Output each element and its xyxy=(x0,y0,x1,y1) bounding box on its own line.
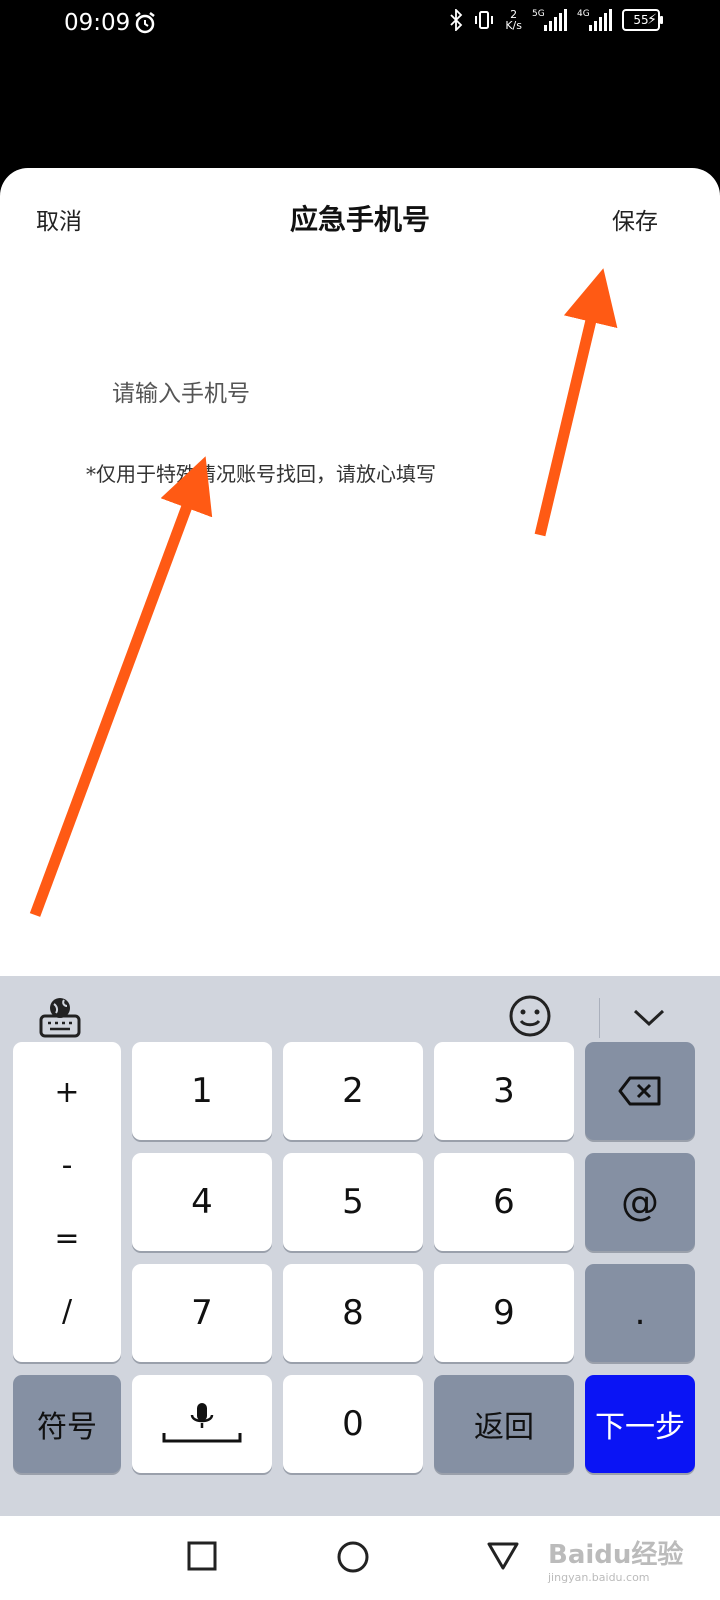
bluetooth-icon xyxy=(450,9,463,31)
save-button[interactable]: 保存 xyxy=(612,202,658,236)
key-equals[interactable]: = xyxy=(54,1221,79,1256)
backspace-icon xyxy=(618,1076,661,1106)
baidu-watermark: Baidu经验 jingyan.baidu.com xyxy=(548,1540,684,1584)
hint-text: *仅用于特殊情况账号找回，请放心填写 xyxy=(86,462,436,486)
key-plus[interactable]: + xyxy=(54,1075,79,1110)
key-slash[interactable]: / xyxy=(62,1294,72,1329)
keyboard-language-icon[interactable] xyxy=(38,994,82,1040)
status-bar: 09:09 2 K/s 5G 4G 55 ⚡ xyxy=(0,0,720,50)
alarm-icon xyxy=(135,12,155,34)
key-2[interactable]: 2 xyxy=(283,1042,423,1140)
key-minus[interactable]: - xyxy=(62,1148,73,1183)
vibrate-icon xyxy=(475,11,494,29)
recent-apps-icon[interactable] xyxy=(186,1540,218,1572)
key-dot[interactable]: . xyxy=(585,1264,695,1362)
backspace-key[interactable] xyxy=(585,1042,695,1140)
key-4[interactable]: 4 xyxy=(132,1153,272,1251)
key-0[interactable]: 0 xyxy=(283,1375,423,1473)
emergency-phone-sheet: 取消 应急手机号 保存 *仅用于特殊情况账号找回，请放心填写 xyxy=(0,168,720,976)
signal-5g-icon: 5G xyxy=(532,9,567,31)
toolbar-divider xyxy=(599,998,600,1038)
symbols-key[interactable]: 符号 xyxy=(13,1375,121,1473)
back-icon[interactable] xyxy=(486,1540,520,1572)
key-5[interactable]: 5 xyxy=(283,1153,423,1251)
microphone-icon xyxy=(162,1403,242,1443)
return-key[interactable]: 返回 xyxy=(434,1375,574,1473)
signal-4g-icon: 4G xyxy=(577,9,612,31)
key-8[interactable]: 8 xyxy=(283,1264,423,1362)
key-at[interactable]: @ xyxy=(585,1153,695,1251)
navigation-bar: Baidu经验 jingyan.baidu.com xyxy=(0,1516,720,1600)
charging-icon: ⚡ xyxy=(647,12,657,28)
net-speed: 2 K/s xyxy=(505,8,522,32)
status-time: 09:09 xyxy=(64,10,131,36)
home-icon[interactable] xyxy=(336,1540,370,1574)
phone-input[interactable] xyxy=(110,380,614,408)
next-step-key[interactable]: 下一步 xyxy=(585,1375,695,1473)
key-6[interactable]: 6 xyxy=(434,1153,574,1251)
key-1[interactable]: 1 xyxy=(132,1042,272,1140)
key-7[interactable]: 7 xyxy=(132,1264,272,1362)
symbol-column: + - = / xyxy=(13,1042,121,1362)
key-3[interactable]: 3 xyxy=(434,1042,574,1140)
space-voice-key[interactable] xyxy=(132,1375,272,1473)
key-9[interactable]: 9 xyxy=(434,1264,574,1362)
chevron-down-icon[interactable] xyxy=(632,1002,666,1032)
emoji-icon[interactable] xyxy=(508,994,552,1038)
numeric-keyboard: + - = / 1 2 3 4 5 6 @ 7 8 9 . 符号 0 返回 下一… xyxy=(0,976,720,1516)
